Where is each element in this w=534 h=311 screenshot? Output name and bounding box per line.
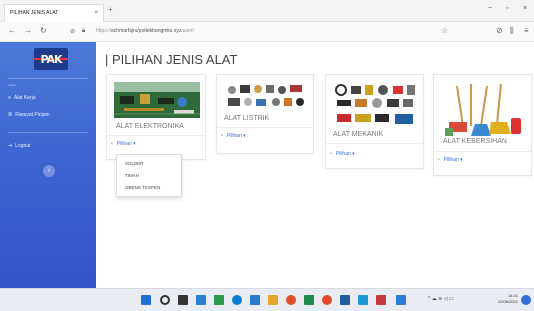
notification-icon[interactable] xyxy=(521,295,531,305)
dropdown-menu: SOLDER TIMAH OBENG TESPEN xyxy=(116,154,182,197)
reload-icon[interactable]: ↻ xyxy=(40,26,47,35)
url-field[interactable]: https://achmarfajru/poltekbangmks.xyz/us… xyxy=(96,28,194,34)
shield-icon[interactable]: ⊘ xyxy=(70,28,75,35)
pilihan-label: Pilihan ▾ xyxy=(226,133,246,139)
pilihan-label: Pilihan ▾ xyxy=(335,151,355,157)
vscode-icon[interactable] xyxy=(396,295,406,305)
sidebar-item-alat-kerja[interactable]: ≡ Alat Kerja xyxy=(8,95,36,101)
sidebar-toggle-button[interactable]: ‹ xyxy=(43,165,55,177)
card-alat-kebersihan: ALAT KEBERSIHAN • Pilihan ▾ xyxy=(433,74,532,176)
clock[interactable]: 14:41 22/06/2022 xyxy=(498,293,518,305)
card-alat-mekanik: ALAT MEKANIK • Pilihan ▾ xyxy=(325,74,424,169)
logo[interactable]: PAK xyxy=(34,48,68,70)
pilihan-dropdown-elektronika[interactable]: • Pilihan ▾ xyxy=(111,141,136,147)
dropdown-item-obeng-tespen[interactable]: OBENG TESPEN xyxy=(125,185,160,190)
chrome-icon[interactable] xyxy=(322,295,332,305)
word-icon[interactable] xyxy=(340,295,350,305)
task-view-icon[interactable] xyxy=(178,295,188,305)
sidebar-heading: menu xyxy=(8,83,16,87)
dropdown-item-solder[interactable]: SOLDER xyxy=(125,161,144,166)
list-icon: ≡ xyxy=(8,95,11,101)
taskbar: ^ ☁ ≋ ◁ ▭ 14:41 22/06/2022 xyxy=(0,288,534,311)
close-window-button[interactable]: × xyxy=(523,5,527,12)
library-icon[interactable]: ⫼ xyxy=(510,26,514,36)
cleaning-tools-image xyxy=(441,82,526,138)
electrical-tools-image xyxy=(224,82,308,112)
dropdown-item-timah[interactable]: TIMAH xyxy=(125,173,139,178)
card-alat-elektronika: ALAT ELEKTRONIKA • Pilihan ▾ xyxy=(106,74,206,160)
excel-icon[interactable] xyxy=(304,295,314,305)
logo-text: PAK xyxy=(40,52,62,66)
browser-tab-bar: PILIHAN JENIS ALAT × + − ▫ × xyxy=(0,0,534,22)
forward-icon[interactable]: → xyxy=(24,26,32,35)
card-title: ALAT LISTRIK xyxy=(224,115,270,122)
chat-icon[interactable] xyxy=(214,295,224,305)
widgets-icon[interactable] xyxy=(196,295,206,305)
pilihan-dropdown-kebersihan[interactable]: • Pilihan ▾ xyxy=(438,157,463,163)
card-alat-listrik: ALAT LISTRIK • Pilihan ▾ xyxy=(216,74,314,154)
sidebar: PAK menu ≡ Alat Kerja ≣ Riwayat Pinjam ⇥… xyxy=(0,42,96,288)
sidebar-item-label: Logout xyxy=(15,143,31,149)
system-tray[interactable]: ^ ☁ ≋ ◁ ▭ xyxy=(428,296,454,302)
new-tab-button[interactable]: + xyxy=(108,5,113,14)
pilihan-dropdown-mekanik[interactable]: • Pilihan ▾ xyxy=(330,151,355,157)
store-icon[interactable] xyxy=(250,295,260,305)
sidebar-item-riwayat-pinjam[interactable]: ≣ Riwayat Pinjam xyxy=(8,112,50,118)
restore-button[interactable]: ▫ xyxy=(506,5,508,12)
file-explorer-icon[interactable] xyxy=(268,295,278,305)
chevron-left-icon: ‹ xyxy=(47,167,51,174)
mail-icon[interactable] xyxy=(358,295,368,305)
sidebar-item-label: Riwayat Pinjam xyxy=(15,112,50,118)
tab-close-icon[interactable]: × xyxy=(94,5,98,21)
sidebar-item-label: Alat Kerja xyxy=(13,95,36,101)
sidebar-item-logout[interactable]: ⇥ Logout xyxy=(8,143,31,149)
app-icon[interactable] xyxy=(376,295,386,305)
pilihan-dropdown-listrik[interactable]: • Pilihan ▾ xyxy=(221,133,246,139)
card-title: ALAT KEBERSIHAN xyxy=(443,138,507,145)
menu-icon[interactable]: ≡ xyxy=(524,26,529,35)
extension-icon[interactable]: ⊘ xyxy=(496,26,503,35)
back-icon[interactable]: ← xyxy=(8,26,16,35)
address-bar: ← → ↻ ⊘ 🔒︎ https://achmarfajru/poltekban… xyxy=(0,22,534,42)
circuit-board-image xyxy=(114,82,200,118)
edge-icon[interactable] xyxy=(232,295,242,305)
search-icon[interactable] xyxy=(160,295,170,305)
history-icon: ≣ xyxy=(8,112,13,118)
minimize-button[interactable]: − xyxy=(488,5,492,12)
pilihan-label: Pilihan ▾ xyxy=(443,157,463,163)
logout-icon: ⇥ xyxy=(8,143,13,149)
card-title: ALAT ELEKTRONIKA xyxy=(116,123,184,130)
mechanical-tools-image xyxy=(333,82,418,128)
browser-tab[interactable]: PILIHAN JENIS ALAT × xyxy=(4,4,104,22)
card-title: ALAT MEKANIK xyxy=(333,131,384,138)
lock-icon: 🔒︎ xyxy=(82,28,86,34)
firefox-icon[interactable] xyxy=(286,295,296,305)
page-title: | PILIHAN JENIS ALAT xyxy=(105,52,238,67)
star-icon[interactable]: ☆ xyxy=(441,26,448,35)
windows-start-icon[interactable] xyxy=(141,295,151,305)
tab-title: PILIHAN JENIS ALAT xyxy=(10,10,59,16)
pilihan-label: Pilihan ▾ xyxy=(116,141,136,147)
